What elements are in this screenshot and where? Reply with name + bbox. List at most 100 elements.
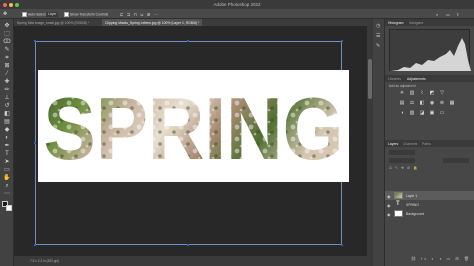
layers-panel-header: Layers Channels Paths (385, 140, 474, 147)
layer-name: Background (406, 211, 425, 216)
layer-filter-dropdown[interactable] (389, 150, 415, 155)
tab-libraries[interactable]: Libraries (388, 77, 401, 81)
brush-tool[interactable]: ✏ (3, 87, 11, 94)
visibility-eye-icon[interactable]: ◉ (387, 212, 391, 217)
tab-layers[interactable]: Layers (388, 142, 398, 146)
histogram-chart (390, 38, 471, 71)
histogram-graph (389, 29, 471, 71)
photo-filter-icon[interactable]: ◉ (429, 100, 435, 106)
crop-tool[interactable]: ⌗ (3, 55, 11, 62)
more-tools-icon[interactable]: ⋯ (3, 191, 11, 198)
marquee-tool[interactable]: ⬚ (3, 31, 11, 38)
vertical-scrollbar[interactable] (367, 19, 373, 266)
background-color-swatch[interactable] (6, 205, 12, 211)
document-tabs: Spring Mist image_small.jpg @ 100% (RGB/… (14, 19, 367, 26)
tab-clipping-masks[interactable]: Clipping Masks_Spring Letters.jpg @ 100%… (102, 19, 203, 26)
checkbox-icon (22, 11, 27, 17)
app-title: Adobe Photoshop 2022 (213, 1, 261, 7)
layer-row-background[interactable]: ◉ Background (385, 209, 474, 218)
clone-stamp-tool[interactable]: ⊥ (3, 95, 11, 102)
black-white-icon[interactable]: ◧ (419, 100, 425, 106)
auto-select-label: Auto-Select: (28, 11, 47, 16)
visibility-eye-icon[interactable]: ◉ (387, 203, 391, 208)
status-bar: 7.5 x 2.2 in (300 ppi) (14, 256, 367, 266)
transform-handle[interactable] (341, 40, 344, 43)
eraser-tool[interactable]: ◧ (3, 111, 11, 118)
layer-name: SPRING (406, 202, 419, 207)
pen-tool[interactable]: ✒ (3, 143, 11, 150)
tab-label: Clipping Masks_Spring Letters.jpg @ 100%… (105, 20, 200, 25)
history-panel-icon[interactable]: ◷ (376, 23, 382, 29)
checkbox-icon (64, 11, 69, 17)
transform-handle[interactable] (34, 244, 37, 247)
auto-select-dropdown[interactable]: Layer (46, 11, 59, 17)
lock-icons[interactable]: ⊡ ✎ ✥ ⊞ 🔒 (389, 166, 429, 171)
transform-handle[interactable] (187, 244, 190, 247)
histogram-panel-header: Histogram Navigator (385, 19, 474, 26)
dodge-tool[interactable]: ◐ (3, 135, 11, 142)
transform-handle[interactable] (34, 142, 37, 145)
layer-thumbnail (394, 192, 403, 199)
hue-saturation-icon[interactable]: ▤ (399, 100, 405, 106)
tab-histogram[interactable]: Histogram (388, 21, 403, 25)
zoom-tool[interactable]: ⌕ (3, 183, 11, 190)
invert-icon[interactable]: ◑ (399, 110, 405, 116)
share-icon[interactable]: ⇪ (456, 12, 459, 17)
layers-footer-icons[interactable]: ⛓ fx ◐ ◑ ▭ ⊞ 🗑 (411, 256, 471, 261)
vibrance-icon[interactable]: ▽ (439, 90, 445, 96)
options-bar: ✥ Auto-Select: Layer Show Transform Cont… (0, 9, 474, 19)
gradient-tool[interactable]: ▤ (3, 119, 11, 126)
frame-tool[interactable]: ⊠ (3, 63, 11, 70)
blur-tool[interactable]: ◆ (3, 127, 11, 134)
auto-select-checkbox[interactable]: Auto-Select: (22, 11, 47, 17)
threshold-icon[interactable]: ◪ (419, 110, 425, 116)
scroll-thumb[interactable] (368, 59, 372, 99)
tab-adjustments[interactable]: Adjustments (407, 77, 426, 81)
quick-select-tool[interactable]: ✎ (3, 47, 11, 54)
gradient-map-icon[interactable]: ▭ (439, 110, 445, 116)
channel-mixer-icon[interactable]: ⊕ (439, 100, 445, 106)
properties-panel-icon[interactable]: ☰ (376, 33, 382, 39)
move-tool[interactable]: ✥ (3, 23, 11, 30)
eyedropper-tool[interactable]: ⁄ (3, 71, 11, 78)
visibility-eye-icon[interactable]: ◉ (387, 194, 391, 199)
blend-mode-dropdown[interactable] (389, 158, 415, 163)
posterize-icon[interactable]: ▨ (409, 110, 415, 116)
tab-channels[interactable]: Channels (403, 142, 417, 146)
layer-row-spring[interactable]: ◉ T SPRING (385, 200, 474, 209)
search-icon[interactable]: ⌕ (436, 12, 438, 17)
levels-icon[interactable]: ▥ (409, 90, 415, 96)
layer-row-layer-1[interactable]: ◉ Layer 1 (385, 191, 474, 200)
show-transform-label: Show Transform Controls (70, 11, 109, 16)
hand-tool[interactable]: ✋ (3, 175, 11, 182)
brightness-contrast-icon[interactable]: ☀ (399, 90, 405, 96)
move-tool-icon[interactable]: ✥ (3, 11, 7, 17)
transform-handle[interactable] (34, 40, 37, 43)
document-canvas[interactable]: SPRING SPRING (38, 70, 349, 182)
transform-handle[interactable] (187, 40, 190, 43)
path-select-tool[interactable]: ➤ (3, 159, 11, 166)
layer-thumbnail (394, 210, 403, 217)
lasso-tool[interactable]: ↀ (3, 39, 11, 46)
selective-color-icon[interactable]: ▣ (429, 110, 435, 116)
show-transform-checkbox[interactable]: Show Transform Controls (64, 11, 109, 17)
healing-tool[interactable]: ✚ (3, 79, 11, 86)
align-icons[interactable]: ⊏ ⊐ ⊓ ⊔ ⊞ ⋯ (120, 12, 159, 17)
tab-spring-mist[interactable]: Spring Mist image_small.jpg @ 100% (RGB/… (14, 19, 92, 26)
tab-navigator[interactable]: Navigator (409, 21, 424, 25)
opacity-field[interactable] (443, 158, 469, 163)
transform-handle[interactable] (341, 244, 344, 247)
history-brush-tool[interactable]: ↺ (3, 103, 11, 110)
exposure-icon[interactable]: ◩ (429, 90, 435, 96)
color-lookup-icon[interactable]: ▦ (449, 100, 455, 106)
brush-panel-icon[interactable]: ✎ (376, 43, 382, 49)
tab-paths[interactable]: Paths (422, 142, 431, 146)
type-tool[interactable]: T (3, 151, 11, 158)
curves-icon[interactable]: ⌇ (419, 90, 425, 96)
canvas-area[interactable]: SPRING SPRING (14, 26, 367, 256)
spring-text-texture: SPRING (44, 88, 344, 164)
color-balance-icon[interactable]: ⚖ (409, 100, 415, 106)
right-panel-dock: Histogram Navigator Libraries Adjustment… (385, 19, 474, 266)
workspace-icon[interactable]: ▭ (446, 12, 450, 17)
shape-tool[interactable]: ▭ (3, 167, 11, 174)
